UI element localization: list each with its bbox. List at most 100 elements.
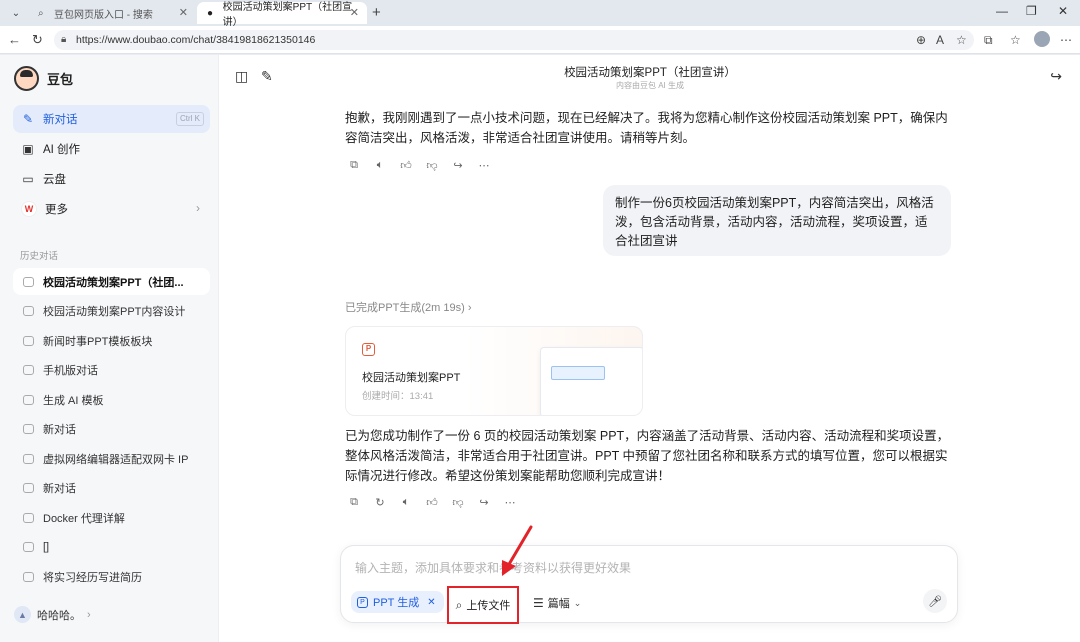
status-text: 已完成PPT生成(2m 19s): [345, 302, 465, 314]
length-icon: ☰: [533, 596, 544, 610]
regenerate-icon[interactable]: ↻: [374, 496, 386, 509]
new-tab-icon[interactable]: +: [372, 4, 381, 21]
ppt-done-status[interactable]: 已完成PPT生成(2m 19s) ›: [345, 299, 472, 315]
phone-icon: [23, 364, 34, 375]
folder-icon: ▭: [22, 172, 34, 186]
sidebar: 豆包 ✎ 新对话 Ctrl K ▣ AI 创作 ▭ 云盘 W 更多 › 历史对话…: [0, 55, 219, 642]
zoom-icon[interactable]: ⊕: [916, 33, 926, 47]
brand[interactable]: 豆包: [14, 66, 73, 91]
doubao-favicon-icon: ●: [207, 8, 214, 19]
history-item[interactable]: []: [13, 533, 210, 560]
message-actions: ⧉ 🔈︎ 👍︎ 👎︎ ↪ ⋯: [348, 159, 490, 172]
browser-tab-doubao[interactable]: ● 校园活动策划案PPT（社团宣讲） ✕: [197, 2, 367, 28]
composer-input[interactable]: 输入主题，添加具体要求和参考资料以获得更好效果: [355, 559, 631, 576]
history-item[interactable]: 虚拟网络编辑器适配双网卡 IP: [13, 445, 210, 472]
read-aloud-icon[interactable]: A: [936, 33, 944, 47]
profile-avatar[interactable]: [1034, 31, 1050, 47]
close-icon[interactable]: ✕: [179, 6, 188, 19]
history-item[interactable]: 将实习经历写进简历: [13, 563, 210, 590]
thumbs-up-icon[interactable]: 👍︎: [400, 159, 412, 172]
history-item-label: 新对话: [43, 482, 76, 495]
sidebar-item-cloud[interactable]: ▭ 云盘: [13, 165, 210, 193]
thumbs-down-icon[interactable]: 👎︎: [426, 159, 438, 172]
more-icon[interactable]: ⋯: [1060, 33, 1072, 47]
share-icon[interactable]: ↪: [452, 159, 464, 172]
history-item-label: 将实习经历写进简历: [43, 571, 142, 584]
assistant-message: 已为您成功制作了一份 6 页的校园活动策划案 PPT，内容涵盖了活动背景、活动内…: [345, 429, 950, 483]
history-item-label: []: [43, 540, 50, 553]
history-item[interactable]: 校园活动策划案PPT内容设计: [13, 297, 210, 324]
brand-name: 豆包: [47, 72, 74, 87]
window-close-icon[interactable]: ✕: [1058, 4, 1068, 18]
history-item[interactable]: 手机版对话: [13, 356, 210, 383]
search-icon: ⌕: [38, 8, 44, 19]
ppt-icon: P: [357, 596, 368, 608]
favorite-star-icon[interactable]: ☆: [956, 33, 967, 47]
doubao-logo: [14, 66, 39, 91]
ppt-card[interactable]: P 校园活动策划案PPT 创建时间：13:41: [345, 326, 643, 416]
tab-title: 校园活动策划案PPT（社团宣讲）: [222, 2, 353, 28]
microphone-icon[interactable]: 🎤︎: [923, 589, 947, 613]
history-item[interactable]: Docker 代理详解: [13, 504, 210, 531]
user-profile[interactable]: ▲ 哈哈哈。 ›: [14, 606, 91, 623]
close-icon[interactable]: ✕: [427, 597, 435, 608]
page-subtitle: 内容由豆包 AI 生成: [615, 81, 684, 90]
more-icon[interactable]: ⋯: [504, 496, 516, 509]
history-item[interactable]: 新对话: [13, 474, 210, 501]
chat-bubble-icon: [23, 394, 34, 405]
chat-bubble-icon: [23, 512, 34, 523]
sidebar-item-more[interactable]: W 更多 ›: [13, 195, 210, 223]
length-dropdown[interactable]: ☰ 篇幅 ⌄: [533, 595, 581, 611]
ppt-thumbnail: [540, 347, 642, 415]
tab-list-icon[interactable]: ⌄: [6, 4, 26, 22]
share-icon[interactable]: ↪: [478, 496, 490, 509]
history-item-label: 虚拟网络编辑器适配双网卡 IP: [43, 453, 189, 466]
more-icon[interactable]: ⋯: [478, 159, 490, 172]
thumbs-up-icon[interactable]: 👍︎: [426, 496, 438, 509]
page-title: 校园活动策划案PPT（社团宣讲）: [564, 67, 736, 79]
ppt-name: 校园活动策划案PPT: [362, 372, 461, 384]
restore-icon[interactable]: ❐: [1026, 4, 1037, 18]
chat-main: ◫ ✎ 校园活动策划案PPT（社团宣讲） 内容由豆包 AI 生成 ↪ 抱歉，我刚…: [220, 55, 1080, 642]
favorites-icon[interactable]: ☆: [1010, 33, 1021, 47]
tab-title: 豆包网页版入口 - 搜索: [54, 9, 153, 21]
history-item-label: 生成 AI 模板: [43, 394, 104, 407]
chat-bubble-icon: [23, 541, 34, 552]
sidebar-item-label: AI 创作: [43, 144, 81, 156]
user-message: 制作一份6页校园活动策划案PPT，内容简洁突出，风格活泼，包含活动背景，活动内容…: [603, 185, 951, 256]
history-item[interactable]: 校园活动策划案PPT（社团...: [13, 268, 210, 295]
user-name: 哈哈哈。: [37, 609, 81, 622]
refresh-icon[interactable]: ↻: [32, 32, 43, 48]
shortcut-badge: Ctrl K: [176, 112, 204, 126]
ppt-file-icon: P: [362, 343, 375, 356]
compose-icon: ✎: [22, 112, 34, 126]
ppt-created-time: 创建时间：13:41: [362, 391, 434, 402]
speaker-icon[interactable]: 🔈︎: [374, 159, 386, 172]
history-label: 历史对话: [20, 251, 59, 262]
chevron-right-icon: ›: [467, 302, 472, 314]
upload-file-button[interactable]: ⌕ 上传文件: [447, 586, 519, 624]
history-item[interactable]: 新闻时事PPT模板板块: [13, 327, 210, 354]
minimize-icon[interactable]: —: [996, 4, 1008, 18]
extensions-icon[interactable]: ⧉: [984, 33, 993, 48]
chat-composer: 输入主题，添加具体要求和参考资料以获得更好效果 P PPT 生成 ✕ ⌕ 上传文…: [340, 545, 958, 624]
copy-icon[interactable]: ⧉: [348, 496, 360, 509]
chevron-down-icon: ⌄: [573, 597, 582, 608]
history-item[interactable]: 生成 AI 模板: [13, 386, 210, 413]
share-icon[interactable]: ↪: [1050, 68, 1062, 85]
ppt-mode-chip[interactable]: P PPT 生成 ✕: [351, 591, 444, 613]
close-icon[interactable]: ✕: [350, 6, 359, 19]
back-icon[interactable]: ←: [8, 32, 21, 47]
sidebar-item-label: 更多: [45, 204, 68, 216]
speaker-icon[interactable]: 🔈︎: [400, 496, 412, 509]
chat-bubble-icon: [23, 305, 34, 316]
url-bar[interactable]: 🔒︎ https://www.doubao.com/chat/384198186…: [54, 30, 974, 50]
thumbs-down-icon[interactable]: 👎︎: [452, 496, 464, 509]
history-item-label: Docker 代理详解: [43, 512, 125, 525]
copy-icon[interactable]: ⧉: [348, 159, 360, 172]
chat-bubble-icon: [23, 453, 34, 464]
sidebar-item-ai-create[interactable]: ▣ AI 创作: [13, 135, 210, 163]
history-item[interactable]: 新对话: [13, 415, 210, 442]
browser-tab-search[interactable]: ⌕ 豆包网页版入口 - 搜索 ✕: [28, 2, 196, 24]
sidebar-item-new-chat[interactable]: ✎ 新对话 Ctrl K: [13, 105, 210, 133]
